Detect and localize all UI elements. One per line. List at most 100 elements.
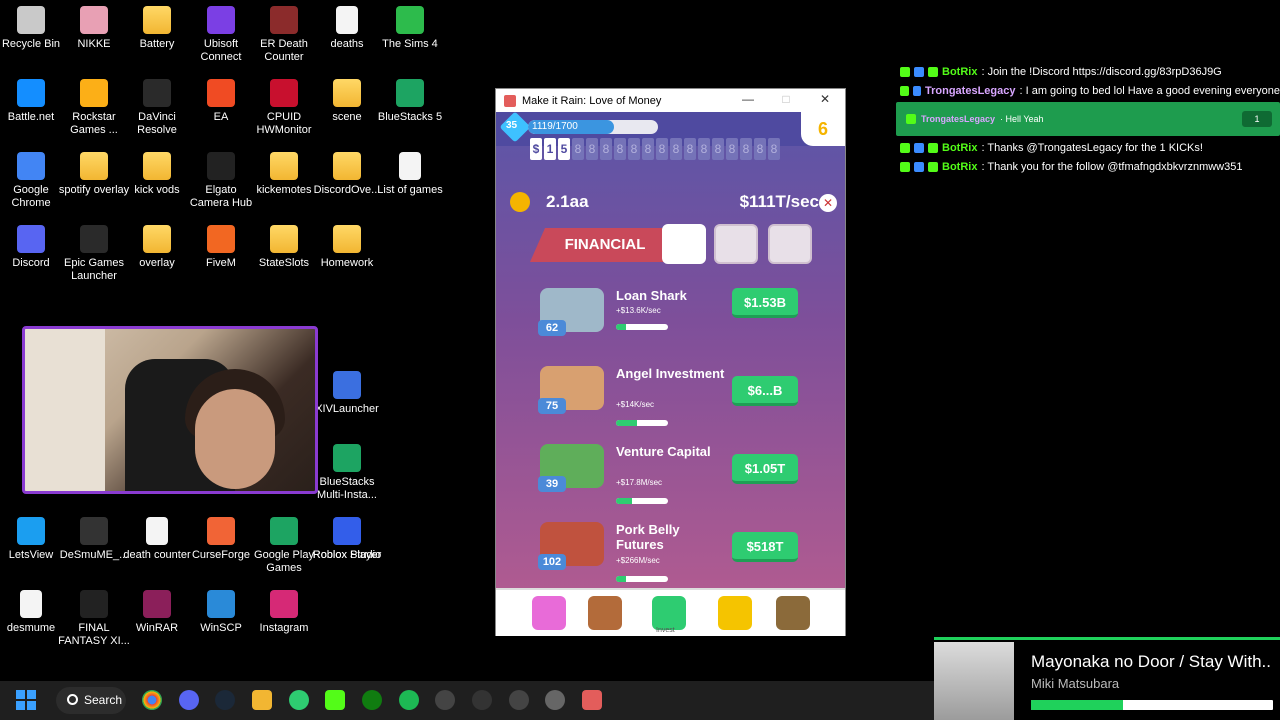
desktop-icon-battle-net[interactable]: Battle.net — [0, 79, 67, 124]
chat-username[interactable]: BotRix — [942, 161, 977, 173]
elgato-taskbar-icon[interactable] — [435, 690, 455, 710]
desktop-icon-letsview[interactable]: LetsView — [0, 517, 67, 562]
kick-taskbar-icon[interactable] — [325, 690, 345, 710]
tab-person-icon[interactable] — [768, 224, 812, 264]
briefcase-icon[interactable] — [588, 596, 622, 630]
desktop-icon-desmume[interactable]: DeSmuME_... — [58, 517, 130, 562]
desktop-icon-death-counter[interactable]: death counter — [121, 517, 193, 562]
desktop-icon-rockstar-games[interactable]: Rockstar Games ... — [58, 79, 130, 137]
desktop-icon-battery[interactable]: Battery — [121, 6, 193, 51]
desktop-icon-kickemotes[interactable]: kickemotes — [248, 152, 320, 197]
desktop-icon-google-chrome[interactable]: Google Chrome — [0, 152, 67, 210]
settings-taskbar-icon[interactable] — [545, 690, 565, 710]
desktop-icon-overlay[interactable]: overlay — [121, 225, 193, 270]
maximize-icon[interactable]: □ — [777, 92, 795, 108]
desktop-icon-recycle-bin[interactable]: Recycle Bin — [0, 6, 67, 51]
chat-username[interactable]: BotRix — [942, 66, 977, 78]
desktop-icon-fivem[interactable]: FiveM — [185, 225, 257, 270]
desktop-icon-deaths[interactable]: deaths — [311, 6, 383, 51]
desktop-icon-nikke[interactable]: NIKKE — [58, 6, 130, 51]
taskbar-search[interactable]: Search — [56, 687, 126, 714]
desktop-icon-winscp[interactable]: WinSCP — [185, 590, 257, 635]
desktop-icon-label: NIKKE — [77, 38, 111, 50]
spotify-taskbar-icon[interactable] — [399, 690, 419, 710]
desktop-icon-er-death-counter[interactable]: ER Death Counter — [248, 6, 320, 64]
desktop-icon-label: Battery — [139, 38, 175, 50]
desktop-icon-curseforge[interactable]: CurseForge — [185, 517, 257, 562]
discord-taskbar-icon[interactable] — [179, 690, 199, 710]
invest-bank-icon[interactable] — [652, 596, 686, 630]
close-icon[interactable]: ✕ — [816, 92, 834, 108]
investment-buy-button[interactable]: $6...B — [732, 376, 798, 406]
investment-level: 75 — [538, 398, 566, 414]
investment-buy-button[interactable]: $1.05T — [732, 454, 798, 484]
desktop-icon-epic-games-launcher[interactable]: Epic Games Launcher — [58, 225, 130, 283]
money-digit: 8 — [740, 138, 752, 160]
make-it-rain-taskbar-icon[interactable] — [582, 690, 602, 710]
desktop-icon-elgato-camera-hub[interactable]: Elgato Camera Hub — [185, 152, 257, 210]
desktop-icon-kick-vods[interactable]: kick vods — [121, 152, 193, 197]
xbox-taskbar-icon[interactable] — [362, 690, 382, 710]
file-explorer-taskbar-icon[interactable] — [252, 690, 272, 710]
nvidia-taskbar-icon[interactable] — [289, 690, 309, 710]
game-canvas[interactable]: 35 1119/1700 6 $1 5 8 8 8 8 8 8 8 8 8 8 8 8 8 8 8 2.1aa … — [496, 112, 845, 636]
desktop-icon-ubisoft-connect[interactable]: Ubisoft Connect — [185, 6, 257, 64]
close-panel-icon[interactable]: ✕ — [819, 194, 837, 212]
tab-wallet-icon[interactable] — [662, 224, 706, 264]
folder-icon — [333, 152, 361, 180]
document-icon — [399, 152, 421, 180]
lightning-icon[interactable] — [718, 596, 752, 630]
investment-level: 102 — [538, 554, 566, 570]
settings-gear-icon[interactable] — [510, 192, 530, 212]
investment-name: Loan Shark — [616, 288, 687, 303]
desktop-icon-list-of-games[interactable]: List of games — [374, 152, 446, 197]
desktop-icon-scene[interactable]: scene — [311, 79, 383, 124]
kick-count-pill: 1 — [1242, 111, 1272, 127]
desktop-icon-google-play-games[interactable]: Google Play Games — [248, 517, 320, 575]
desktop-icon-roblox-player[interactable]: Roblox Player — [311, 517, 383, 562]
hwmonitor-icon — [270, 79, 298, 107]
stream-chat: BotRix: Join the !Discord https://discor… — [896, 62, 1280, 176]
folder-icon — [80, 152, 108, 180]
investment-buy-button[interactable]: $518T — [732, 532, 798, 562]
chat-username[interactable]: TrongatesLegacy — [921, 114, 995, 124]
investment-buy-button[interactable]: $1.53B — [732, 288, 798, 318]
desktop-icon-the-sims-4[interactable]: The Sims 4 — [374, 6, 446, 51]
desktop-icon-final-fantasy-xi[interactable]: FINAL FANTASY XI... — [58, 590, 130, 648]
desktop-icon-stateslots[interactable]: StateSlots — [248, 225, 320, 270]
desktop-icon-davinci-resolve[interactable]: DaVinci Resolve — [121, 79, 193, 137]
bottom-nav: Invest — [496, 588, 845, 636]
desktop-icon-label: EA — [213, 111, 229, 123]
coin-counter[interactable]: 6 — [801, 112, 845, 146]
hwmonitor-taskbar-icon[interactable] — [472, 690, 492, 710]
gems-icon[interactable] — [532, 596, 566, 630]
chat-username[interactable]: BotRix — [942, 142, 977, 154]
desktop-icon-cpuid-hwmonitor[interactable]: CPUID HWMonitor — [248, 79, 320, 137]
desktop-icon-ea[interactable]: EA — [185, 79, 257, 124]
desktop-icon-desmume[interactable]: desmume — [0, 590, 67, 635]
desktop-icon-bluestacks-multi-insta[interactable]: BlueStacks Multi-Insta... — [311, 444, 383, 502]
minimize-icon[interactable]: — — [739, 92, 757, 108]
desktop-icon-homework[interactable]: Homework — [311, 225, 383, 270]
desktop-icon-discordove[interactable]: DiscordOve... — [311, 152, 383, 197]
chat-username[interactable]: TrongatesLegacy — [925, 85, 1015, 97]
treasure-chest-icon[interactable] — [776, 596, 810, 630]
webcam-overlay — [22, 326, 318, 494]
elgato-icon — [207, 152, 235, 180]
kick-badge-icon — [900, 66, 910, 77]
desktop-icon-xivlauncher[interactable]: XIVLauncher — [311, 371, 383, 416]
desktop-icon-instagram[interactable]: Instagram — [248, 590, 320, 635]
desktop-icon-spotify-overlay[interactable]: spotify overlay — [58, 152, 130, 197]
investment-rate: +$266M/sec — [616, 556, 660, 565]
obs-taskbar-icon[interactable] — [509, 690, 529, 710]
tab-cash-icon[interactable] — [714, 224, 758, 264]
desktop-icon-discord[interactable]: Discord — [0, 225, 67, 270]
steam-taskbar-icon[interactable] — [215, 690, 235, 710]
desktop-icon-winrar[interactable]: WinRAR — [121, 590, 193, 635]
desktop-icon-bluestacks-5[interactable]: BlueStacks 5 — [374, 79, 446, 124]
davinci-icon — [143, 79, 171, 107]
start-button[interactable] — [16, 690, 36, 710]
game-window-titlebar[interactable]: Make it Rain: Love of Money — □ ✕ — [496, 89, 845, 112]
chrome-taskbar-icon[interactable] — [142, 690, 162, 710]
desktop-icon-label: CPUID HWMonitor — [256, 111, 312, 136]
